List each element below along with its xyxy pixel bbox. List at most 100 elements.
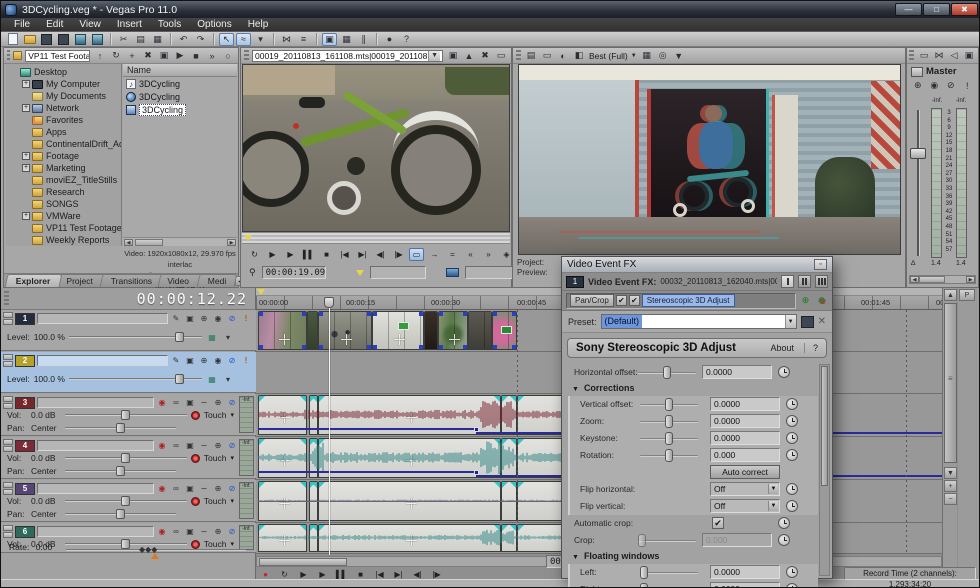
section-floating-windows[interactable]: ▼Floating windows <box>562 549 818 564</box>
scroll-thumb[interactable] <box>259 558 347 566</box>
pan-crop-button[interactable]: Pan/Crop <box>570 294 614 307</box>
chevron-down-icon[interactable]: ▾ <box>230 497 234 505</box>
track-name-field[interactable] <box>37 483 154 494</box>
loop-playback-button[interactable]: ↻ <box>247 248 262 261</box>
track-motion-icon[interactable]: ✎ <box>170 313 182 324</box>
param-value-field[interactable]: 0.0000 <box>710 565 780 579</box>
trimmer-marker-icon[interactable] <box>244 235 252 241</box>
downmix-output-icon[interactable]: ⋈ <box>932 49 946 62</box>
panel-grip[interactable] <box>909 50 914 62</box>
composite-level-icon[interactable]: ▦ <box>206 332 218 343</box>
selection-start-field[interactable] <box>370 266 426 279</box>
scroll-right-icon[interactable]: ▶ <box>966 276 975 283</box>
add-plugin-icon[interactable]: ⊕ <box>799 294 812 307</box>
input-monitor-icon[interactable]: ▣ <box>184 397 196 408</box>
fade-in-handle[interactable] <box>259 525 265 531</box>
cut-icon[interactable]: ✂ <box>116 33 131 46</box>
mixer-properties-icon[interactable]: ▣ <box>962 49 976 62</box>
automation-gear-icon[interactable] <box>191 497 200 506</box>
pin-button[interactable]: P <box>959 289 975 301</box>
restore-track-icon[interactable] <box>3 361 13 367</box>
fade-out-handle[interactable] <box>510 482 516 488</box>
animate-clock-icon[interactable] <box>786 432 798 444</box>
tree-item-apps[interactable]: Apps <box>6 126 121 138</box>
event-pan-crop-icon[interactable] <box>406 455 417 466</box>
slider-thumb[interactable] <box>116 423 125 433</box>
track-name-field[interactable] <box>37 355 168 366</box>
overlay-grid-icon[interactable]: ▦ <box>640 49 654 62</box>
track-fx-icon[interactable]: ⊕ <box>212 483 224 494</box>
input-monitor-icon[interactable]: ▣ <box>184 526 196 537</box>
video-event[interactable] <box>318 311 372 350</box>
animate-clock-icon[interactable] <box>778 366 790 378</box>
go-to-start-button[interactable]: |◀ <box>337 248 352 261</box>
save-markers-icon[interactable]: ▣ <box>446 49 460 62</box>
more-edit-tools-icon[interactable]: ▾ <box>253 33 268 46</box>
lock-envelopes-to-events-icon[interactable]: ▣ <box>322 33 337 46</box>
event-pan-crop-icon[interactable] <box>279 535 290 546</box>
param-value-field[interactable]: 0.0000 <box>710 431 780 445</box>
video-event[interactable] <box>372 311 424 350</box>
event-pan-crop-icon[interactable] <box>449 334 460 345</box>
video-event[interactable] <box>492 311 517 350</box>
param-slider-thumb[interactable] <box>638 534 646 547</box>
arm-for-record-icon[interactable]: ◉ <box>156 526 168 537</box>
param-dropdown[interactable]: Off▼ <box>710 482 780 496</box>
paste-icon[interactable]: ▦ <box>150 33 165 46</box>
param-slider-track[interactable] <box>638 540 696 542</box>
tree-item-network[interactable]: +Network <box>6 102 121 114</box>
scroll-thumb[interactable] <box>919 276 945 283</box>
play-from-start-button[interactable]: ▶ <box>265 248 280 261</box>
event-pan-crop-icon[interactable] <box>406 535 417 546</box>
fade-out-handle[interactable] <box>300 482 306 488</box>
dim-output-icon[interactable]: ◁ <box>947 49 961 62</box>
minimize-track-icon[interactable] <box>3 354 13 360</box>
restore-track-icon[interactable] <box>3 319 13 325</box>
new-folder-icon[interactable]: + <box>125 49 139 62</box>
param-slider-track[interactable] <box>640 572 698 574</box>
dialog-title-bar[interactable]: Video Event FX ▫ <box>562 257 832 273</box>
interactive-tutorials-icon[interactable]: ● <box>382 33 397 46</box>
fade-in-handle[interactable] <box>518 525 524 531</box>
composite-level-icon[interactable]: ▦ <box>206 374 218 385</box>
scroll-thumb[interactable] <box>821 366 828 486</box>
menu-edit[interactable]: Edit <box>39 19 70 30</box>
envelope-edit-tool-icon[interactable]: ≈ <box>236 33 251 46</box>
video-event[interactable] <box>307 311 318 350</box>
remove-current-media-icon[interactable]: ✖ <box>478 49 492 62</box>
mixer-hscrollbar[interactable]: ◀ ▶ <box>909 275 976 284</box>
add-to-favorites-icon[interactable]: ▣ <box>157 49 171 62</box>
envelope-point[interactable] <box>474 427 479 432</box>
automation-gear-icon[interactable] <box>191 411 200 420</box>
param-value-field[interactable]: 0.000 <box>702 533 772 547</box>
tree-item-vmware[interactable]: +VMWare <box>6 210 121 222</box>
parent-composite-icon[interactable]: ⊕ <box>198 313 210 324</box>
track-motion-icon[interactable]: ✎ <box>170 355 182 366</box>
whats-this-help-icon[interactable]: ? <box>399 33 414 46</box>
event-pan-crop-icon[interactable] <box>406 498 417 509</box>
undo-icon[interactable]: ↶ <box>176 33 191 46</box>
event-pan-crop-icon[interactable] <box>406 412 417 423</box>
slider-thumb[interactable] <box>175 374 184 384</box>
scroll-right-icon[interactable]: ▶ <box>227 239 236 246</box>
menu-help[interactable]: Help <box>241 19 276 30</box>
file-list-item[interactable]: 3DCycling <box>123 90 237 103</box>
video-output-fx-icon[interactable]: ◐ <box>556 49 570 62</box>
enable-snapping-icon[interactable]: ∥ <box>356 33 371 46</box>
fade-in-handle[interactable] <box>319 525 325 531</box>
minimize-track-icon[interactable] <box>3 525 13 531</box>
scroll-left-icon[interactable]: ◀ <box>910 276 919 283</box>
mute-icon[interactable]: ⊘ <box>226 313 238 324</box>
param-slider-thumb[interactable] <box>640 566 648 579</box>
parent-composite-icon[interactable]: ⊕ <box>198 355 210 366</box>
param-slider-thumb[interactable] <box>665 449 673 462</box>
trimmer-clip-combo[interactable]: 00019_20110813_161108.mts|00019_20110813… <box>252 50 443 62</box>
up-one-level-icon[interactable]: ↑ <box>93 49 107 62</box>
param-slider-thumb[interactable] <box>665 398 673 411</box>
param-slider-thumb[interactable] <box>665 432 673 445</box>
slider-thumb[interactable] <box>121 496 130 506</box>
close-button[interactable]: ✖ <box>951 3 978 16</box>
volume-envelope[interactable] <box>258 471 476 473</box>
tab-medi[interactable]: Medi <box>196 274 237 287</box>
audio-event[interactable] <box>318 524 501 552</box>
